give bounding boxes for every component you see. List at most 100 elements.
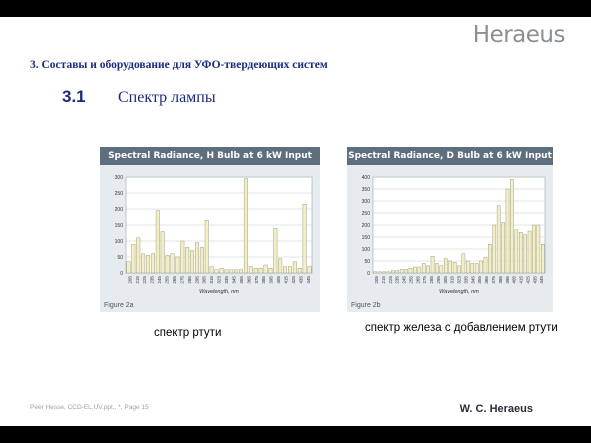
y-tick-label: 200 — [115, 207, 124, 213]
x-tick-label: 395 — [269, 276, 274, 284]
bar — [386, 271, 391, 274]
bar — [268, 267, 273, 274]
x-tick-label: 305 — [202, 276, 207, 284]
caption-left: спектр ртути — [154, 327, 222, 339]
bar — [395, 270, 400, 274]
bar — [297, 267, 302, 274]
figure-label: Figure 2a — [104, 302, 134, 309]
bar — [435, 263, 439, 274]
x-tick-label: 285 — [187, 276, 192, 284]
x-tick-label: 245 — [402, 276, 407, 284]
x-tick-label: 235 — [395, 276, 400, 284]
section-title: Спектр лампы — [118, 89, 216, 106]
y-tick-label: 200 — [362, 223, 371, 229]
bar — [239, 269, 243, 274]
x-tick-label: 425 — [291, 276, 296, 284]
x-tick-label: 305 — [443, 276, 448, 284]
bar — [258, 267, 263, 274]
x-tick-label: 205 — [127, 276, 132, 284]
x-tick-label: 205 — [374, 276, 379, 284]
bar — [175, 256, 180, 274]
bar — [248, 266, 253, 274]
bar — [224, 269, 229, 274]
bar — [278, 258, 283, 274]
x-tick-label: 355 — [477, 276, 482, 284]
chart-h-bulb: Spectral Radiance, H Bulb at 6 kW Input … — [100, 147, 320, 312]
figure-label: Figure 2b — [351, 302, 381, 309]
bar — [439, 265, 444, 274]
chart-d-bulb: Spectral Radiance, D Bulb at 6 kW Input … — [347, 147, 553, 312]
bar — [448, 260, 452, 274]
bar — [474, 263, 479, 274]
bar — [492, 224, 497, 274]
bar — [288, 266, 292, 274]
x-tick-label: 375 — [491, 276, 496, 284]
bar — [190, 250, 195, 274]
bar — [452, 261, 457, 274]
y-tick-label: 50 — [364, 259, 370, 265]
bar — [466, 260, 470, 274]
bar — [483, 257, 488, 274]
x-tick-label: 335 — [463, 276, 468, 284]
bar — [488, 243, 492, 274]
x-tick-label: 425 — [525, 276, 530, 284]
x-tick-label: 325 — [457, 276, 462, 284]
y-tick-label: 100 — [362, 247, 371, 253]
x-tick-label: 375 — [254, 276, 259, 284]
x-tick-label: 315 — [209, 276, 214, 284]
x-tick-label: 275 — [179, 276, 184, 284]
heraeus-logo: Heraeus — [472, 22, 566, 48]
x-tick-label: 265 — [415, 276, 420, 284]
bar — [253, 267, 258, 274]
x-tick-label: 365 — [484, 276, 489, 284]
x-tick-label: 435 — [532, 276, 537, 284]
y-tick-label: 250 — [115, 191, 124, 197]
x-tick-label: 415 — [284, 276, 289, 284]
bar — [150, 253, 155, 274]
x-tick-label: 345 — [231, 276, 236, 284]
bar — [523, 234, 527, 274]
bar — [527, 230, 532, 274]
bar — [461, 253, 466, 274]
bar — [307, 266, 312, 274]
bar — [170, 253, 175, 274]
bar — [421, 263, 426, 274]
y-tick-label: 100 — [115, 239, 124, 245]
y-tick-label: 350 — [362, 187, 371, 193]
bar — [404, 269, 408, 274]
bar — [514, 229, 519, 274]
x-tick-label: 405 — [512, 276, 517, 284]
bar — [155, 210, 160, 274]
bar — [377, 271, 382, 274]
x-tick-label: 415 — [519, 276, 524, 284]
bar — [214, 269, 219, 274]
x-tick-label: 225 — [142, 276, 147, 284]
bar — [273, 227, 278, 274]
y-tick-label: 250 — [362, 211, 371, 217]
x-tick-label: 445 — [306, 276, 311, 284]
bar — [413, 266, 417, 274]
bar — [234, 269, 239, 274]
bar — [136, 237, 141, 274]
bar — [426, 265, 430, 274]
x-tick-label: 365 — [246, 276, 251, 284]
x-tick-label: 255 — [165, 276, 170, 284]
y-tick-label: 0 — [367, 271, 370, 277]
bar — [510, 179, 514, 274]
bar — [532, 224, 536, 274]
bar — [229, 269, 234, 274]
y-tick-label: 150 — [115, 223, 124, 229]
bar — [204, 219, 209, 274]
bar — [417, 266, 422, 274]
bar — [496, 205, 501, 274]
bar — [302, 204, 307, 274]
y-tick-label: 0 — [120, 271, 123, 277]
bar — [505, 188, 510, 274]
x-tick-label: 345 — [470, 276, 475, 284]
x-tick-label: 445 — [539, 276, 544, 284]
x-tick-label: 215 — [135, 276, 140, 284]
bar — [457, 265, 461, 274]
chart-plot: 050100150200250300350400205 215 225 235 245 2… — [362, 175, 546, 295]
bar — [430, 255, 435, 274]
bar — [292, 261, 297, 274]
